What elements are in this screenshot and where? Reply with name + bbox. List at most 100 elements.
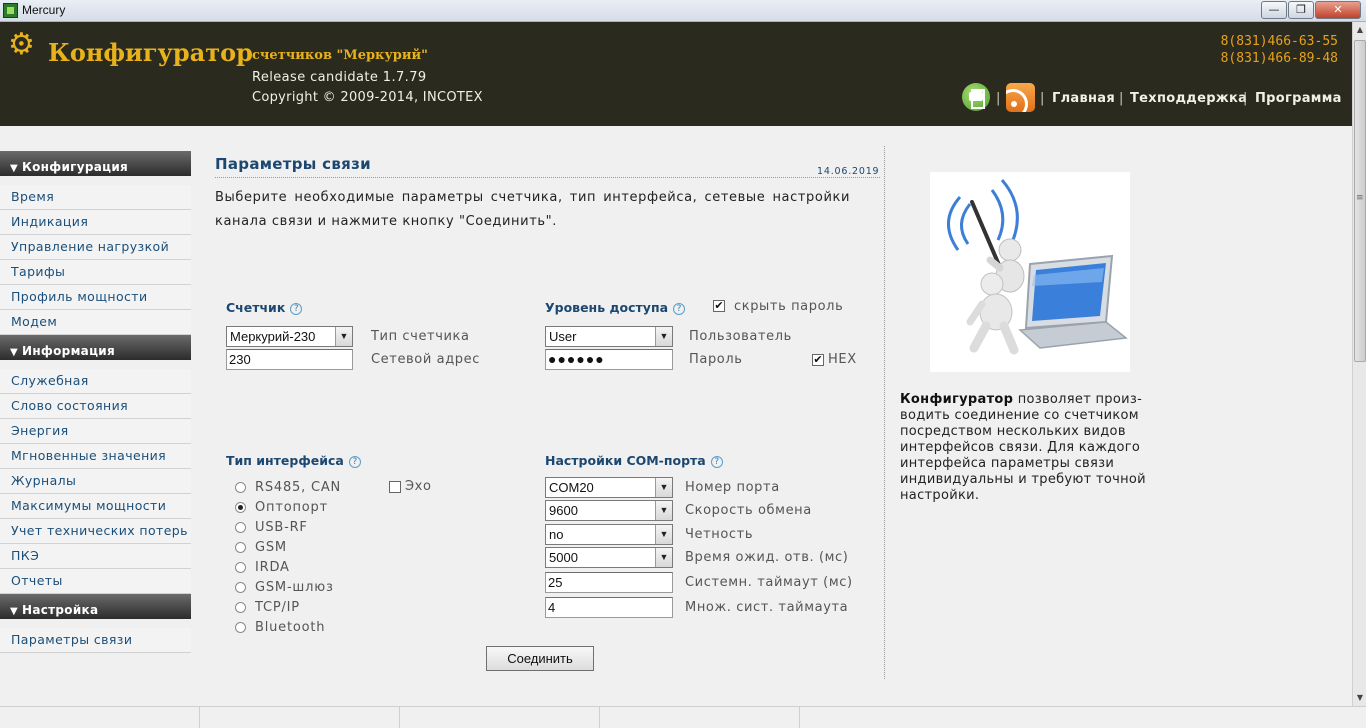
intro-text: Выберите необходимые параметры счетчика,…: [215, 190, 850, 229]
gear-icon: ⚙: [8, 27, 35, 62]
section-title: Настройка: [22, 603, 99, 617]
help-icon[interactable]: ?: [348, 456, 361, 468]
vertical-scrollbar[interactable]: ▲ ▼: [1352, 22, 1366, 706]
hide-password-label: скрыть пароль: [734, 299, 844, 314]
timeout-multiplier-input[interactable]: 4: [545, 597, 673, 618]
sidebar-item-load-control[interactable]: Управление нагрузкой: [0, 235, 191, 260]
access-level-value: User: [549, 329, 577, 344]
chevron-down-icon[interactable]: ▼: [335, 327, 352, 346]
help-icon[interactable]: ?: [290, 303, 303, 315]
sidebar-item-service[interactable]: Служебная: [0, 369, 191, 394]
com-label: Настройки COM-порта: [545, 453, 706, 468]
access-section-label: Уровень доступа?: [545, 300, 686, 315]
radio-button[interactable]: [235, 522, 246, 533]
meter-type-select[interactable]: Меркурий-230 ▼: [226, 326, 353, 347]
radio-button-selected[interactable]: [235, 502, 246, 513]
chevron-down-icon[interactable]: ▼: [655, 525, 672, 544]
help-icon[interactable]: ?: [710, 456, 723, 468]
sidebar-item-reports[interactable]: Отчеты: [0, 569, 191, 594]
phone-number: 8(831)466-63-55: [1220, 34, 1338, 49]
radio-button[interactable]: [235, 622, 246, 633]
parity-desc: Четность: [685, 527, 754, 542]
sidebar-item-connection-params[interactable]: Параметры связи: [0, 628, 191, 653]
sidebar-item-time[interactable]: Время: [0, 185, 191, 210]
radio-label: GSM: [255, 540, 287, 555]
status-cell: [0, 707, 200, 728]
sidebar-item-tariffs[interactable]: Тарифы: [0, 260, 191, 285]
rss-icon[interactable]: [1006, 83, 1035, 112]
minimize-button[interactable]: —: [1261, 1, 1287, 19]
sidebar-item-power-profile[interactable]: Профиль мощности: [0, 285, 191, 310]
sidebar-item-indication[interactable]: Индикация: [0, 210, 191, 235]
scroll-thumb[interactable]: [1354, 40, 1366, 362]
sidebar-item-journals[interactable]: Журналы: [0, 469, 191, 494]
speed-select[interactable]: 9600 ▼: [545, 500, 673, 521]
radio-label: IRDA: [255, 560, 290, 575]
parity-select[interactable]: no ▼: [545, 524, 673, 545]
radio-button[interactable]: [235, 602, 246, 613]
app-icon: [3, 3, 18, 18]
sidebar-item-status-word[interactable]: Слово состояния: [0, 394, 191, 419]
sidebar-item-instant-values[interactable]: Мгновенные значения: [0, 444, 191, 469]
port-select[interactable]: COM20 ▼: [545, 477, 673, 498]
sidebar-item-energy[interactable]: Энергия: [0, 419, 191, 444]
radio-label: TCP/IP: [255, 600, 300, 615]
sidebar-section-information[interactable]: ▼ Информация: [0, 335, 191, 360]
description-bold: Конфигуратор: [900, 392, 1014, 407]
access-level-select[interactable]: User ▼: [545, 326, 673, 347]
phone-number: 8(831)466-89-48: [1220, 51, 1338, 66]
chevron-down-icon[interactable]: ▼: [655, 327, 672, 346]
connect-button[interactable]: Соединить: [486, 646, 594, 671]
interface-label: Тип интерфейса: [226, 453, 344, 468]
speed-value: 9600: [549, 503, 578, 518]
chevron-down-icon[interactable]: ▼: [655, 501, 672, 520]
wait-time-select[interactable]: 5000 ▼: [545, 547, 673, 568]
sidebar-section-configuration[interactable]: ▼ Конфигурация: [0, 151, 191, 176]
close-button[interactable]: ✕: [1315, 1, 1361, 19]
chevron-down-icon[interactable]: ▼: [655, 548, 672, 567]
maximize-button[interactable]: ❐: [1288, 1, 1314, 19]
section-title: Информация: [22, 344, 115, 358]
help-icon[interactable]: ?: [673, 303, 686, 315]
hex-checkbox[interactable]: ✔: [812, 354, 824, 366]
app-subtitle: счетчиков "Меркурий": [252, 48, 428, 63]
radio-button[interactable]: [235, 542, 246, 553]
parity-value: no: [549, 527, 564, 542]
link-support[interactable]: Техподдержка: [1130, 91, 1247, 106]
sidebar-section-settings[interactable]: ▼ Настройка: [0, 594, 191, 619]
link-program[interactable]: Программа: [1255, 91, 1342, 106]
password-input[interactable]: ●●●●●●: [545, 349, 673, 370]
copyright: Copyright © 2009-2014, INCOTEX: [252, 90, 483, 105]
hide-password-checkbox[interactable]: ✔: [713, 300, 725, 312]
system-timeout-input[interactable]: 25: [545, 572, 673, 593]
port-desc: Номер порта: [685, 480, 780, 495]
radio-button[interactable]: [235, 562, 246, 573]
access-label: Уровень доступа: [545, 300, 669, 315]
configurator-description: Конфигуратор позволяет произ-водить соед…: [900, 392, 1165, 504]
com-section-label: Настройки COM-порта?: [545, 453, 723, 468]
section-title: Конфигурация: [22, 160, 129, 174]
echo-checkbox[interactable]: [389, 481, 401, 493]
sidebar-item-power-max[interactable]: Максимумы мощности: [0, 494, 191, 519]
chevron-down-icon[interactable]: ▼: [655, 478, 672, 497]
sidebar-item-tech-losses[interactable]: Учет технических потерь: [0, 519, 191, 544]
status-bar: [0, 706, 1366, 728]
link-home[interactable]: Главная: [1052, 91, 1115, 106]
radio-label: Оптопорт: [255, 500, 328, 515]
sidebar: ▼ Конфигурация Время Индикация Управление…: [0, 151, 191, 653]
radio-button[interactable]: [235, 582, 246, 593]
network-address-input[interactable]: 230: [226, 349, 353, 370]
system-timeout-desc: Системн. таймаут (мс): [685, 575, 853, 590]
page-title: Параметры связи: [215, 155, 371, 173]
scroll-down-icon[interactable]: ▼: [1354, 690, 1366, 706]
sidebar-item-modem[interactable]: Модем: [0, 310, 191, 335]
sidebar-item-pke[interactable]: ПКЭ: [0, 544, 191, 569]
print-icon[interactable]: [962, 83, 990, 111]
app-name: Конфигуратор: [48, 38, 253, 67]
separator: |: [996, 91, 1001, 106]
separator: |: [1040, 91, 1045, 106]
scroll-up-icon[interactable]: ▲: [1354, 22, 1366, 38]
radio-button[interactable]: [235, 482, 246, 493]
description-text: позволяет произ-водить соединение со сче…: [900, 392, 1146, 503]
triangle-down-icon: ▼: [10, 606, 18, 617]
